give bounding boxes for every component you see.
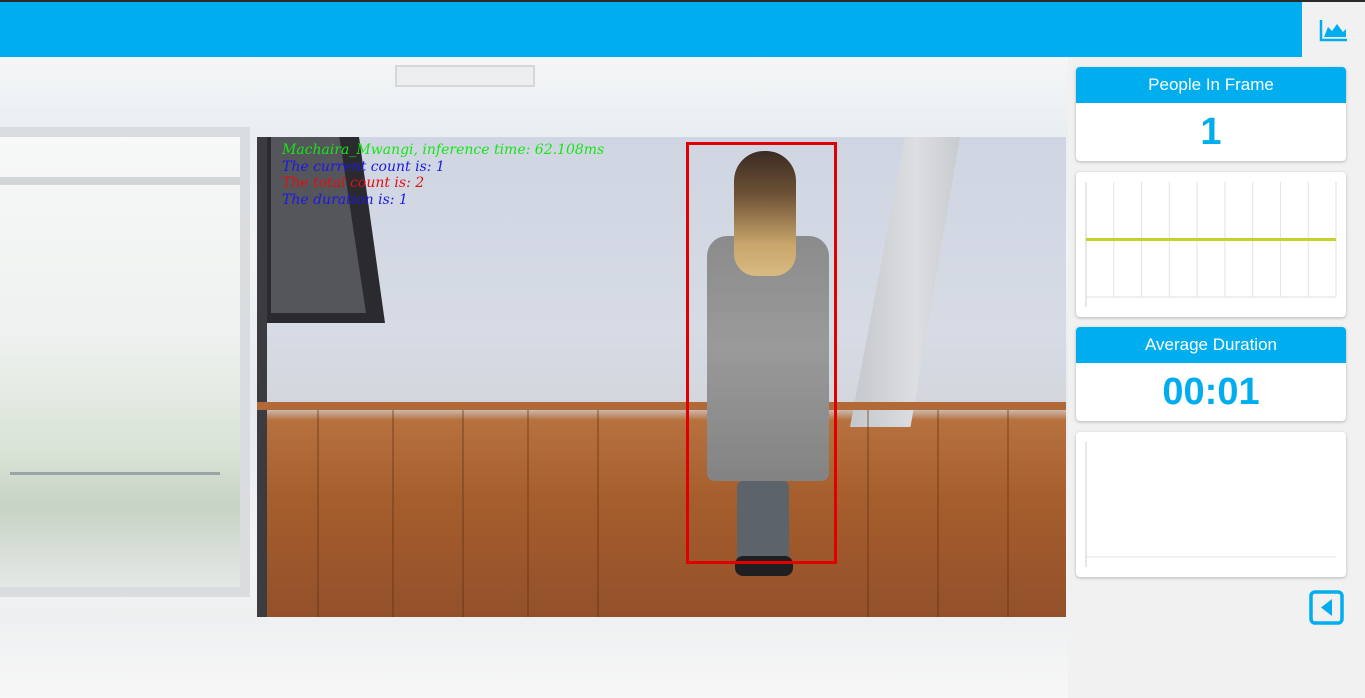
video-area: Machaira_Mwangi, inference time: 62.108m… xyxy=(0,57,1068,698)
total-count-text: The total count is: 2 xyxy=(282,175,425,191)
people-in-frame-value: 1 xyxy=(1200,110,1222,153)
background-window xyxy=(0,127,250,597)
stats-sidebar: People In Frame 1 Average Duration 00:01 xyxy=(1068,57,1365,698)
average-duration-card: Average Duration 00:01 xyxy=(1076,327,1346,421)
stats-toggle-button[interactable] xyxy=(1302,0,1365,57)
duration-chart-svg xyxy=(1085,442,1336,567)
people-chart-svg xyxy=(1085,182,1337,307)
area-chart-icon xyxy=(1319,19,1347,41)
concrete-pillar xyxy=(850,137,960,427)
caret-left-icon xyxy=(1309,590,1344,625)
average-duration-value: 00:01 xyxy=(1162,370,1260,413)
back-button[interactable] xyxy=(1309,590,1344,625)
person-bounding-box xyxy=(686,142,837,564)
people-in-frame-card: People In Frame 1 xyxy=(1076,67,1346,161)
current-count-text: The current count is: 1 xyxy=(282,159,445,175)
top-bar xyxy=(0,0,1302,57)
duration-text: The duration is: 1 xyxy=(282,192,408,208)
video-frame: Machaira_Mwangi, inference time: 62.108m… xyxy=(257,137,1066,617)
average-duration-label: Average Duration xyxy=(1076,327,1346,363)
people-in-frame-label: People In Frame xyxy=(1076,67,1346,103)
inference-time-text: Machaira_Mwangi, inference time: 62.108m… xyxy=(282,142,605,158)
background-floor xyxy=(0,617,1068,698)
duration-chart xyxy=(1076,432,1346,577)
people-chart xyxy=(1076,172,1346,317)
ceiling-vent xyxy=(395,65,535,87)
